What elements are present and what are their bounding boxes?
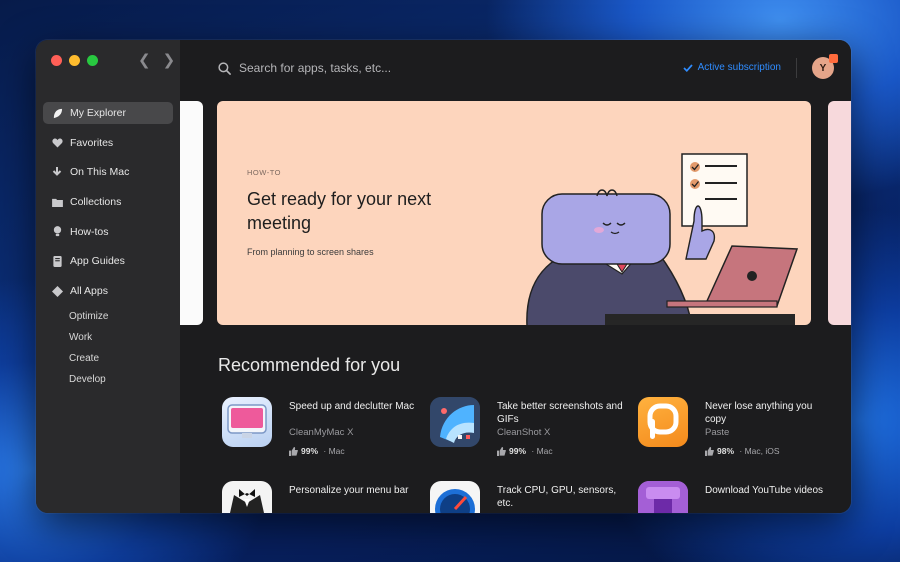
leaf-icon bbox=[51, 107, 63, 119]
downie-app-icon bbox=[638, 481, 688, 513]
app-card-platforms: Mac, iOS bbox=[744, 446, 780, 456]
app-card-downie[interactable]: Download YouTube videos bbox=[638, 481, 838, 513]
banner-kicker: HOW-TO bbox=[247, 168, 281, 177]
banner-subtitle: From planning to screen shares bbox=[247, 247, 374, 257]
thumbs-up-icon bbox=[497, 446, 506, 456]
main-content: Search for apps, tasks, etc... Active su… bbox=[180, 40, 851, 513]
sidebar-subitem-develop[interactable]: Develop bbox=[43, 372, 173, 386]
gift-badge-icon bbox=[829, 54, 838, 63]
sidebar-subitem-create[interactable]: Create bbox=[43, 351, 173, 365]
app-card-platforms: Mac bbox=[536, 446, 553, 456]
sidebar-item-label: On This Mac bbox=[70, 166, 130, 179]
app-card-rating: 98% bbox=[717, 446, 735, 456]
close-window-button[interactable] bbox=[51, 55, 62, 66]
sidebar-item-label: All Apps bbox=[70, 285, 108, 298]
sidebar: ❮ ❯ My Explorer Favorites On This Mac Co… bbox=[36, 40, 180, 513]
meta-separator: · bbox=[529, 446, 537, 456]
app-card-meta: 99% · Mac bbox=[497, 446, 553, 456]
app-card-title: Personalize your menu bar bbox=[289, 485, 409, 496]
app-card-bartender[interactable]: Personalize your menu bar bbox=[222, 481, 422, 513]
sidebar-item-label: My Explorer bbox=[70, 107, 127, 119]
sidebar-item-collections[interactable]: Collections bbox=[43, 191, 173, 213]
sidebar-item-my-explorer[interactable]: My Explorer bbox=[43, 102, 173, 124]
app-card-title: Never lose anything you copy bbox=[705, 401, 813, 425]
header-divider bbox=[796, 58, 797, 78]
book-icon bbox=[51, 255, 63, 267]
sidebar-item-app-guides[interactable]: App Guides bbox=[43, 250, 173, 272]
sidebar-item-how-tos[interactable]: How-tos bbox=[43, 221, 173, 243]
folder-icon bbox=[51, 196, 63, 208]
cleanshot-app-icon bbox=[430, 397, 480, 447]
app-card-name: CleanMyMac X bbox=[289, 427, 354, 438]
featured-banner[interactable]: HOW-TO Get ready for your next meeting F… bbox=[217, 101, 811, 325]
sidebar-nav: My Explorer Favorites On This Mac Collec… bbox=[43, 102, 173, 393]
app-card-cleanshot[interactable]: Take better screenshots and GIFs CleanSh… bbox=[430, 397, 630, 467]
bartender-app-icon bbox=[222, 481, 272, 513]
forward-arrow-icon[interactable]: ❯ bbox=[163, 51, 176, 69]
sidebar-item-label: App Guides bbox=[70, 255, 125, 268]
top-bar: Search for apps, tasks, etc... Active su… bbox=[180, 40, 851, 98]
app-card-istat[interactable]: Track CPU, GPU, sensors, etc. bbox=[430, 481, 630, 513]
zoom-window-button[interactable] bbox=[87, 55, 98, 66]
paste-app-icon bbox=[638, 397, 688, 447]
app-card-cleanmymac[interactable]: Speed up and declutter Mac CleanMyMac X … bbox=[222, 397, 422, 467]
heart-icon bbox=[51, 137, 63, 149]
app-card-name: Paste bbox=[705, 427, 730, 438]
meta-separator: · bbox=[321, 446, 329, 456]
back-arrow-icon[interactable]: ❮ bbox=[138, 51, 151, 69]
sidebar-item-label: Favorites bbox=[70, 136, 114, 149]
carousel-next-card[interactable] bbox=[828, 101, 851, 325]
sidebar-item-on-this-mac[interactable]: On This Mac bbox=[43, 161, 173, 183]
sidebar-subitem-optimize[interactable]: Optimize bbox=[43, 310, 173, 324]
cleanmymac-app-icon bbox=[222, 397, 272, 447]
lightbulb-icon bbox=[51, 226, 63, 238]
sidebar-item-favorites[interactable]: Favorites bbox=[43, 132, 173, 154]
minimize-window-button[interactable] bbox=[69, 55, 80, 66]
thumbs-up-icon bbox=[289, 446, 298, 456]
app-card-name: CleanShot X bbox=[497, 427, 551, 438]
sidebar-subitem-work[interactable]: Work bbox=[43, 331, 173, 345]
avatar[interactable]: Y bbox=[812, 54, 838, 79]
app-card-title: Speed up and declutter Mac bbox=[289, 401, 415, 412]
banner-title: Get ready for your next meeting bbox=[247, 189, 432, 233]
search-input[interactable]: Search for apps, tasks, etc... bbox=[239, 61, 391, 75]
app-card-platforms: Mac bbox=[328, 446, 345, 456]
avatar-initial: Y bbox=[819, 62, 827, 74]
app-window: ❮ ❯ My Explorer Favorites On This Mac Co… bbox=[36, 40, 851, 513]
sidebar-item-label: How-tos bbox=[70, 225, 109, 238]
sidebar-item-label: Collections bbox=[70, 196, 122, 209]
thumbs-up-icon bbox=[705, 446, 714, 456]
carousel-previous-card[interactable] bbox=[180, 101, 203, 325]
recommended-section-title: Recommended for you bbox=[218, 355, 401, 375]
checkmark-icon bbox=[683, 63, 693, 72]
diamond-icon bbox=[51, 285, 63, 297]
download-arrow-icon bbox=[51, 166, 63, 178]
subscription-status[interactable]: Active subscription bbox=[683, 62, 781, 73]
app-card-rating: 99% bbox=[301, 446, 319, 456]
history-navigation: ❮ ❯ bbox=[138, 51, 175, 69]
app-card-title: Download YouTube videos bbox=[705, 485, 824, 496]
sidebar-item-all-apps[interactable]: All Apps bbox=[43, 280, 173, 302]
search-field[interactable]: Search for apps, tasks, etc... bbox=[218, 61, 391, 75]
app-card-paste[interactable]: Never lose anything you copy Paste 98% ·… bbox=[638, 397, 838, 467]
app-card-rating: 99% bbox=[509, 446, 527, 456]
window-controls bbox=[51, 55, 98, 66]
app-card-title: Take better screenshots and GIFs bbox=[497, 401, 623, 425]
app-card-meta: 99% · Mac bbox=[289, 446, 345, 456]
app-card-title: Track CPU, GPU, sensors, etc. bbox=[497, 485, 617, 509]
search-icon bbox=[218, 61, 231, 75]
app-card-meta: 98% · Mac, iOS bbox=[705, 446, 780, 456]
meeting-illustration bbox=[526, 153, 799, 325]
subscription-label: Active subscription bbox=[697, 62, 781, 73]
istat-app-icon bbox=[430, 481, 480, 513]
meta-separator: · bbox=[737, 446, 745, 456]
